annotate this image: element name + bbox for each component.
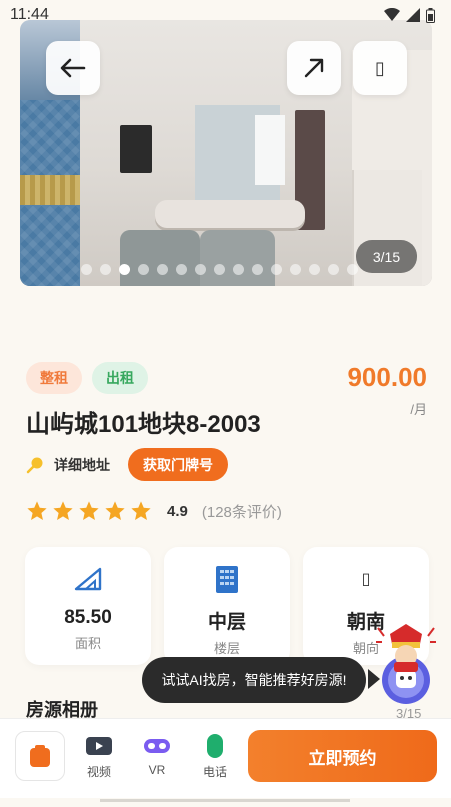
gallery-dot[interactable] [271,264,282,275]
listing-tags: 整租 出租 [26,362,148,394]
ai-assistant-mascot-icon[interactable] [376,622,436,710]
price-block: 900.00 /月 [347,362,427,418]
star-icon [27,501,47,520]
gallery-dot[interactable] [309,264,320,275]
vr-goggles-icon [144,739,170,753]
favorite-button[interactable]: ▯ [353,41,407,95]
floor-value: 中层 [207,612,246,633]
star-icon [53,501,73,520]
book-now-button[interactable]: 立即预约 [248,730,437,782]
rating-stars [26,500,152,522]
photo-detail [155,200,305,228]
photo-detail [200,230,275,286]
ai-tip-bubble[interactable]: 试试AI找房，智能推荐好房源! [142,657,366,703]
home-app-icon [30,745,50,767]
price-unit: /月 [410,402,427,417]
gallery-dot[interactable] [81,264,92,275]
vr-icon-wrap [143,735,171,757]
building-icon-wrap [215,565,239,593]
home-indicator [100,799,350,802]
bottom-action-bar: 视频 VR 电话 立即预约 [0,718,451,798]
photo-detail [120,230,200,286]
wifi-icon [384,8,400,21]
tag-whole-rent: 整租 [26,362,82,394]
photo-detail [120,125,152,173]
phone-nav-button[interactable]: 电话 [195,734,235,780]
photo-detail [255,115,285,185]
vr-nav-button[interactable]: VR [137,735,177,777]
signal-icon [406,8,420,22]
address-row: 详细地址 获取门牌号 [26,448,228,481]
arrow-left-icon [60,58,86,78]
gallery-dot[interactable] [138,264,149,275]
battery-icon [426,7,435,23]
area-label: 面积 [74,636,101,651]
favorite-icon: ▯ [375,57,385,78]
gallery-dot[interactable] [157,264,168,275]
star-icon [79,501,99,520]
gallery-dot[interactable] [328,264,339,275]
gallery-dot[interactable] [233,264,244,275]
back-button[interactable] [46,41,100,95]
get-door-number-button[interactable]: 获取门牌号 [128,448,228,481]
rating-count[interactable]: (128条评价) [202,501,282,522]
star-icon [131,501,151,520]
phone-icon-wrap [206,734,224,758]
ruler-icon-wrap [73,565,103,593]
gallery-dot[interactable] [195,264,206,275]
gallery-dot[interactable] [100,264,111,275]
tag-for-rent: 出租 [92,362,148,394]
phone-label: 电话 [202,765,227,779]
video-icon-wrap [85,735,113,757]
gallery-dot[interactable] [347,264,358,275]
address-label: 详细地址 [54,456,110,473]
photo-counter: 3/15 [356,240,417,273]
gallery-pagination [81,264,358,275]
star-icon [105,501,125,520]
area-value: 85.50 [64,607,112,628]
compass-icon-wrap: ▯ [362,565,371,593]
video-label: 视频 [86,765,111,779]
map-pin-icon [26,457,43,473]
floor-label: 楼层 [213,641,240,656]
status-bar: 11:44 [0,0,451,30]
area-card: 85.50 面积 [25,547,151,665]
ruler-triangle-icon [74,567,102,591]
compass-icon: ▯ [361,571,371,588]
rating-row[interactable]: 4.9 (128条评价) [26,500,282,522]
status-time: 11:44 [10,6,49,23]
home-nav-button[interactable] [15,731,65,781]
listing-title: 山屿城101地块8-2003 [26,411,261,438]
building-icon [216,566,238,593]
gallery-dot[interactable] [214,264,225,275]
share-button[interactable] [287,41,341,95]
rating-score: 4.9 [167,502,188,520]
gallery-dot[interactable] [290,264,301,275]
floor-card: 中层 楼层 [164,547,290,665]
video-nav-button[interactable]: 视频 [79,735,119,780]
video-icon [86,737,112,755]
phone-icon [207,734,223,758]
gallery-dot[interactable] [252,264,263,275]
status-icons [384,7,435,23]
gallery-dot[interactable] [119,264,130,275]
photo-detail [20,175,80,205]
price-value: 900.00 [347,362,427,392]
vr-label: VR [148,763,166,777]
share-arrow-icon [304,58,324,78]
gallery-dot[interactable] [176,264,187,275]
